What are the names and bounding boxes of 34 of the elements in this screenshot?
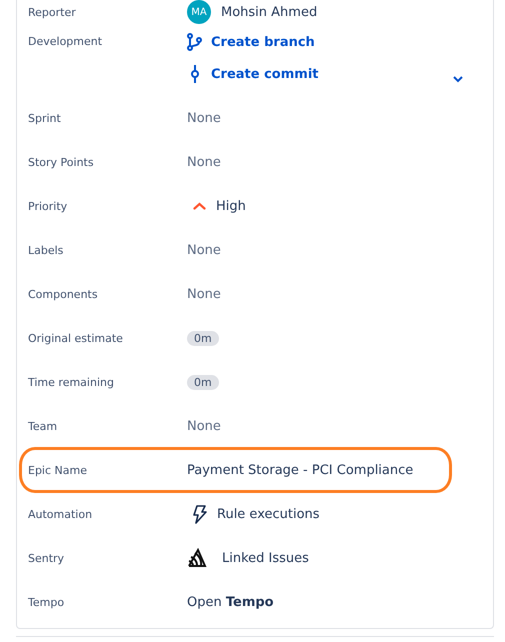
field-label: Reporter: [27, 6, 77, 18]
create-link[interactable]: Create commit: [211, 66, 318, 82]
field-label: Time remaining: [27, 376, 115, 388]
avatar: MA: [187, 0, 211, 24]
field-value: None: [187, 110, 221, 126]
open-tempo-link[interactable]: Open Tempo: [187, 594, 274, 610]
automation-link[interactable]: Rule executions: [217, 506, 320, 522]
field-label: Tempo: [27, 596, 66, 608]
create-link[interactable]: Create branch: [211, 34, 315, 50]
field-label: Development: [27, 34, 104, 50]
field-value: High: [216, 198, 246, 214]
field-value: None: [187, 418, 221, 434]
priority-icon: [193, 202, 206, 210]
branch-icon: [187, 33, 203, 51]
field-label: Team: [27, 420, 58, 432]
field-value: Mohsin Ahmed: [221, 4, 318, 20]
field-value: None: [187, 242, 221, 258]
field-label: Automation: [27, 508, 94, 520]
field-label: Story Points: [27, 156, 95, 168]
field-label: Epic Name: [27, 464, 88, 476]
field-value: None: [187, 154, 221, 170]
lightning-icon: [193, 504, 207, 524]
time-badge: 0m: [187, 330, 219, 346]
field-label: Priority: [27, 200, 68, 212]
linked-issues-link[interactable]: Linked Issues: [222, 550, 309, 566]
time-badge: 0m: [187, 374, 219, 390]
field-value: None: [187, 286, 221, 302]
chevron-down-icon[interactable]: [453, 76, 463, 83]
field-label: Labels: [27, 244, 64, 256]
field-label: Original estimate: [27, 332, 124, 344]
field-label: Components: [27, 288, 99, 300]
field-label: Sprint: [27, 112, 62, 124]
field-label: Sentry: [27, 552, 66, 564]
field-value: Payment Storage - PCI Compliance: [187, 462, 414, 478]
